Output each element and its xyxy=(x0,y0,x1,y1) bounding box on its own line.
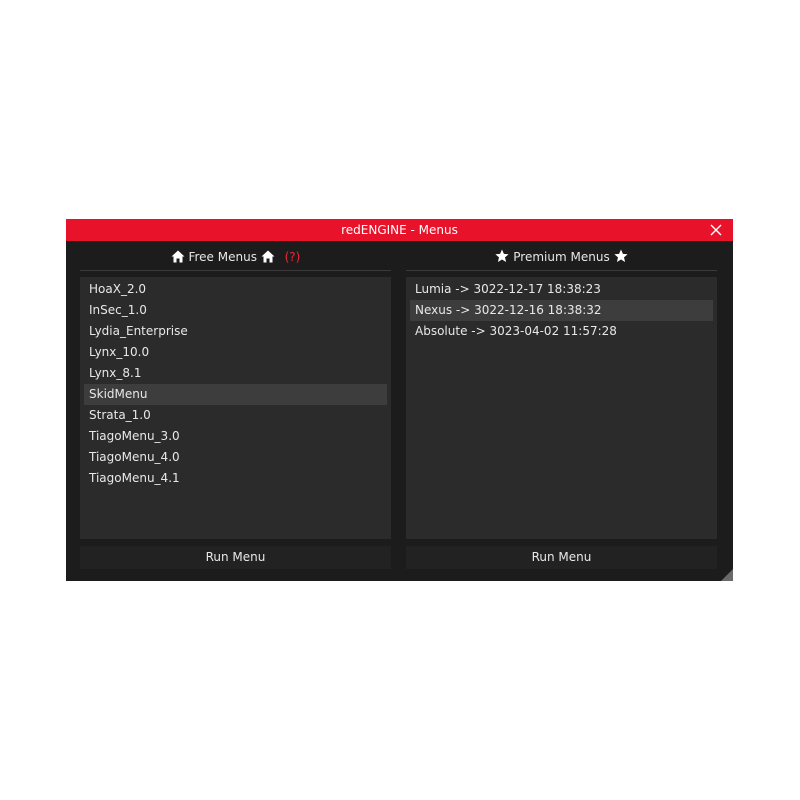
premium-menus-list[interactable]: Lumia -> 3022-12-17 18:38:23 Nexus -> 302… xyxy=(406,277,717,539)
list-item[interactable]: TiagoMenu_4.1 xyxy=(84,468,387,489)
list-item[interactable]: Strata_1.0 xyxy=(84,405,387,426)
list-item[interactable]: Absolute -> 3023-04-02 11:57:28 xyxy=(410,321,713,342)
header-divider xyxy=(406,270,717,271)
free-menus-list[interactable]: HoaX_2.0 InSec_1.0 Lydia_Enterprise Lynx_10… xyxy=(80,277,391,539)
resize-grip[interactable] xyxy=(721,569,733,581)
list-item[interactable]: SkidMenu xyxy=(84,384,387,405)
title-bar[interactable]: redENGINE - Menus xyxy=(66,219,733,241)
list-item[interactable]: Nexus -> 3022-12-16 18:38:32 xyxy=(410,300,713,321)
window-title: redENGINE - Menus xyxy=(341,223,458,237)
menus-window: redENGINE - Menus Free Menus (?) HoaX_2.… xyxy=(66,219,733,581)
list-item[interactable]: Lynx_10.0 xyxy=(84,342,387,363)
free-menus-title: Free Menus xyxy=(188,250,257,264)
list-item[interactable]: TiagoMenu_3.0 xyxy=(84,426,387,447)
premium-menus-header: Premium Menus xyxy=(406,246,717,268)
list-item[interactable]: Lydia_Enterprise xyxy=(84,321,387,342)
star-icon xyxy=(613,249,628,262)
home-icon xyxy=(171,250,185,263)
list-item[interactable]: HoaX_2.0 xyxy=(84,279,387,300)
list-item[interactable]: Lynx_8.1 xyxy=(84,363,387,384)
help-link[interactable]: (?) xyxy=(285,250,301,264)
star-icon xyxy=(495,249,510,262)
list-item[interactable]: InSec_1.0 xyxy=(84,300,387,321)
free-menus-header: Free Menus (?) xyxy=(80,246,391,268)
close-icon[interactable] xyxy=(709,223,723,237)
header-divider xyxy=(80,270,391,271)
list-item[interactable]: Lumia -> 3022-12-17 18:38:23 xyxy=(410,279,713,300)
premium-menus-title: Premium Menus xyxy=(513,250,610,264)
run-free-menu-button[interactable]: Run Menu xyxy=(80,546,391,569)
run-premium-menu-button[interactable]: Run Menu xyxy=(406,546,717,569)
home-icon xyxy=(261,250,275,263)
list-item[interactable]: TiagoMenu_4.0 xyxy=(84,447,387,468)
